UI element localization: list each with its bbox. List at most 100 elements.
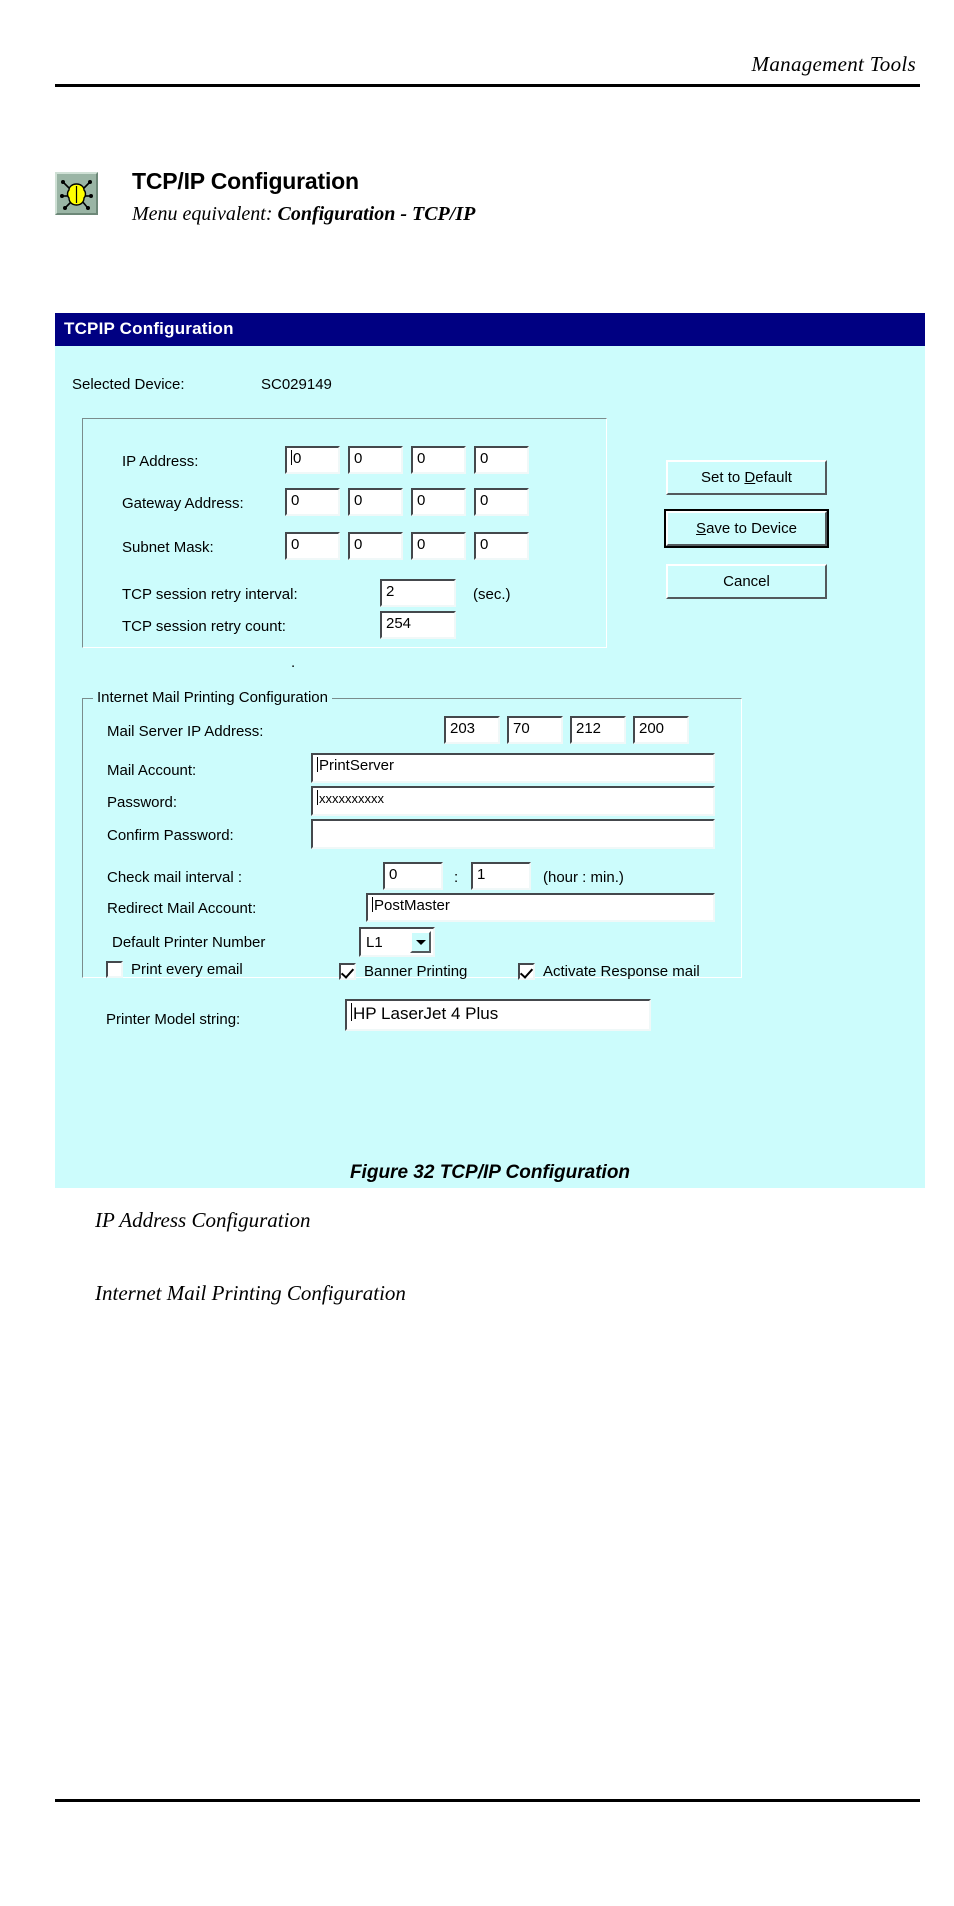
ip-address-octet-3-value: 0 [417, 450, 426, 467]
password-value: xxxxxxxxxx [319, 791, 384, 806]
gateway-address-octet-1[interactable]: 0 [285, 488, 340, 516]
banner-printing-checkbox[interactable]: Banner Printing [339, 963, 467, 980]
subnet-mask-label: Subnet Mask: [122, 539, 214, 556]
check-mail-interval-minutes-input[interactable]: 1 [471, 862, 531, 890]
tcp-retry-interval-units: (sec.) [473, 586, 511, 603]
mail-server-ip-octet-3-value: 212 [576, 720, 602, 737]
subnet-mask-octet-1[interactable]: 0 [285, 532, 340, 560]
tcp-retry-interval-value: 2 [386, 583, 395, 600]
default-printer-number-value: L1 [366, 933, 383, 951]
mail-server-ip-octet-1-value: 203 [450, 720, 476, 737]
subnet-mask-octet-1-value: 0 [291, 536, 300, 553]
section-heading: TCP/IP Configuration Menu equivalent: Co… [55, 168, 915, 225]
mail-account-label: Mail Account: [107, 762, 197, 779]
mail-server-ip-octet-2[interactable]: 70 [507, 716, 563, 744]
default-printer-number-dropdown[interactable]: L1 [359, 927, 435, 957]
banner-printing-label: Banner Printing [364, 963, 468, 980]
gateway-address-octet-4-value: 0 [480, 492, 489, 509]
check-mail-interval-label: Check mail interval : [107, 869, 243, 886]
tcpip-configuration-dialog: TCPIP Configuration Selected Device: SC0… [55, 313, 925, 1188]
ip-address-groupbox: IP Address: 0 0 0 0 Gateway Address: 0 0… [82, 418, 607, 648]
gateway-address-label: Gateway Address: [122, 495, 244, 512]
mail-server-ip-octet-1[interactable]: 203 [444, 716, 500, 744]
cancel-button[interactable]: Cancel [666, 564, 827, 599]
password-label: Password: [107, 794, 178, 811]
page-header: Management Tools [55, 52, 920, 87]
page-header-rule [55, 84, 920, 87]
activate-response-mail-label: Activate Response mail [543, 963, 700, 980]
print-every-email-checkbox-box[interactable] [106, 961, 123, 978]
save-to-device-label: Save to Device [696, 520, 797, 537]
gateway-address-octet-3-value: 0 [417, 492, 426, 509]
mail-account-input[interactable]: PrintServer [311, 753, 715, 783]
tcp-retry-interval-label: TCP session retry interval: [122, 586, 298, 603]
ip-address-octet-1[interactable]: 0 [285, 446, 340, 474]
mail-server-ip-octet-2-value: 70 [513, 720, 530, 737]
ip-address-label: IP Address: [122, 453, 199, 470]
dialog-titlebar: TCPIP Configuration [55, 313, 925, 346]
mail-account-value: PrintServer [319, 757, 395, 774]
mail-server-ip-label: Mail Server IP Address: [107, 723, 264, 740]
ip-address-octet-1-value: 0 [293, 450, 302, 467]
check-mail-interval-units: (hour : min.) [543, 869, 624, 886]
body-paragraph-internet-mail: Internet Mail Printing Configuration [95, 1281, 406, 1305]
ip-address-octet-4[interactable]: 0 [474, 446, 529, 474]
tcp-retry-count-label: TCP session retry count: [122, 618, 286, 635]
gateway-address-octet-4[interactable]: 0 [474, 488, 529, 516]
selected-device-label: Selected Device: [72, 376, 185, 393]
mail-server-ip-octet-3[interactable]: 212 [570, 716, 626, 744]
confirm-password-label: Confirm Password: [107, 827, 234, 844]
mail-server-ip-octet-4[interactable]: 200 [633, 716, 689, 744]
subnet-mask-octet-2[interactable]: 0 [348, 532, 403, 560]
ip-address-octet-4-value: 0 [480, 450, 489, 467]
internet-mail-printing-legend: Internet Mail Printing Configuration [93, 689, 332, 706]
check-mail-interval-hours-value: 0 [389, 866, 398, 883]
banner-printing-checkbox-box[interactable] [339, 963, 356, 980]
subnet-mask-octet-3-value: 0 [417, 536, 426, 553]
ip-address-octet-3[interactable]: 0 [411, 446, 466, 474]
set-to-default-button[interactable]: Set to Default [666, 460, 827, 495]
figure-caption: Figure 32 TCP/IP Configuration [349, 1162, 631, 1183]
save-to-device-button[interactable]: Save to Device [664, 509, 829, 548]
save-to-device-accel: S [696, 520, 707, 537]
printer-model-string-input[interactable]: HP LaserJet 4 Plus [345, 999, 651, 1031]
print-every-email-label: Print every email [131, 961, 243, 978]
chevron-down-icon[interactable] [410, 931, 431, 953]
tcp-retry-interval-input[interactable]: 2 [380, 579, 456, 607]
subnet-mask-octet-4[interactable]: 0 [474, 532, 529, 560]
bug-network-icon [55, 172, 98, 215]
activate-response-mail-checkbox[interactable]: Activate Response mail [518, 963, 700, 980]
gateway-address-octet-3[interactable]: 0 [411, 488, 466, 516]
subnet-mask-octet-3[interactable]: 0 [411, 532, 466, 560]
printer-model-string-value: HP LaserJet 4 Plus [353, 1004, 499, 1023]
set-to-default-label: Set to Default [701, 469, 792, 486]
check-mail-interval-hours-input[interactable]: 0 [383, 862, 443, 890]
redirect-mail-account-input[interactable]: PostMaster [366, 893, 715, 922]
tcp-retry-count-input[interactable]: 254 [380, 611, 456, 639]
tcp-retry-count-value: 254 [386, 615, 412, 632]
ip-address-octet-2-value: 0 [354, 450, 363, 467]
subnet-mask-octet-4-value: 0 [480, 536, 489, 553]
ip-address-octet-2[interactable]: 0 [348, 446, 403, 474]
stray-dot-mark: . [291, 654, 296, 671]
redirect-mail-account-value: PostMaster [374, 897, 450, 914]
section-menu-equivalent: Menu equivalent: Configuration - TCP/IP [132, 203, 915, 225]
cancel-label: Cancel [723, 573, 770, 590]
password-input[interactable]: xxxxxxxxxx [311, 786, 715, 816]
gateway-address-octet-2-value: 0 [354, 492, 363, 509]
confirm-password-input[interactable] [311, 819, 715, 849]
body-paragraph-ip-address: IP Address Configuration [95, 1208, 311, 1232]
menu-equivalent-path: Configuration - TCP/IP [277, 203, 476, 225]
menu-equivalent-prefix: Menu equivalent: [132, 203, 278, 225]
page-header-title: Management Tools [751, 52, 916, 76]
print-every-email-checkbox[interactable]: Print every email [106, 961, 243, 978]
gateway-address-octet-1-value: 0 [291, 492, 300, 509]
check-mail-interval-minutes-value: 1 [477, 866, 486, 883]
selected-device-value: SC029149 [261, 376, 332, 393]
redirect-mail-account-label: Redirect Mail Account: [107, 900, 257, 917]
mail-server-ip-octet-4-value: 200 [639, 720, 665, 737]
gateway-address-octet-2[interactable]: 0 [348, 488, 403, 516]
activate-response-mail-checkbox-box[interactable] [518, 963, 535, 980]
section-title: TCP/IP Configuration [132, 168, 359, 194]
subnet-mask-octet-2-value: 0 [354, 536, 363, 553]
